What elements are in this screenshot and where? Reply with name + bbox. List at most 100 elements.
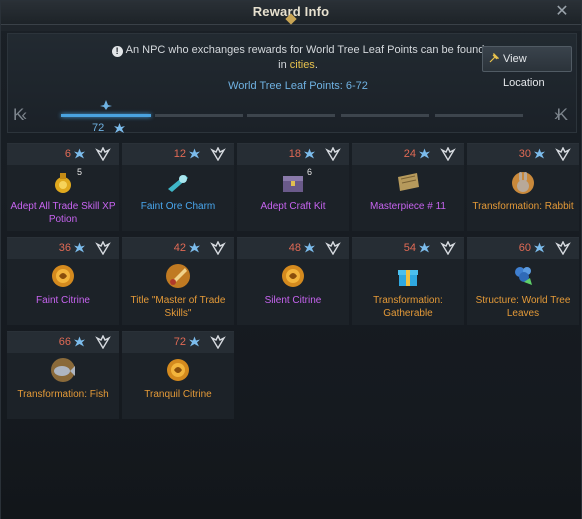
gift-icon[interactable] (395, 263, 421, 289)
view-location-button[interactable]: View Location (482, 46, 572, 89)
required-points: 54 (403, 242, 416, 254)
nav-first-button[interactable]: K‹ (13, 105, 47, 125)
reward-slot[interactable]: 54 Transformation: Gatherable (352, 237, 464, 325)
fish-icon[interactable] (50, 357, 76, 383)
info-icon: ! (111, 46, 123, 57)
grade-icon[interactable] (95, 147, 111, 161)
reward-name: Masterpiece # 11 (370, 201, 446, 212)
reward-slot[interactable]: 60 Structure: World Tree Leaves (467, 237, 579, 325)
leaf-icon (189, 336, 200, 347)
progress-marker-icon (100, 100, 112, 110)
required-points: 66 (58, 336, 71, 348)
reward-slot-header: 60 (467, 238, 579, 259)
progress-segment-5 (435, 114, 523, 117)
reward-name: Structure: World Tree Leaves (475, 295, 571, 319)
reward-slot[interactable]: 36 Faint Citrine (7, 237, 119, 325)
reward-slot-header: 12 (122, 144, 234, 165)
required-points: 30 (518, 148, 531, 160)
reward-info-window: Reward Info ✕ ! An NPC who exchanges rewa… (0, 0, 582, 519)
required-points: 24 (403, 148, 416, 160)
leaf-icon (189, 242, 200, 253)
reward-slot-header: 54 (352, 238, 464, 259)
close-button[interactable]: ✕ (553, 3, 571, 21)
progress-track: K‹ ›K 72 (7, 100, 577, 135)
pin-icon (489, 53, 499, 63)
reward-slot[interactable]: 42 Title "Master of Trade Skills" (122, 237, 234, 325)
leaf-icon (189, 148, 200, 159)
required-points: 48 (288, 242, 301, 254)
leaf-icon (114, 123, 125, 133)
leaf-icon (534, 242, 545, 253)
citrine-icon[interactable] (50, 263, 76, 289)
reward-name: Adept All Trade Skill XP Potion (10, 201, 116, 225)
reward-slot[interactable]: 30 Transformation: Rabbit (467, 143, 579, 231)
reward-slot[interactable]: 48 Silent Citrine (237, 237, 349, 325)
chest-icon[interactable] (280, 169, 306, 195)
leaf-icon (304, 242, 315, 253)
reward-name: Transformation: Gatherable (373, 295, 443, 319)
rabbit-icon[interactable] (510, 169, 536, 195)
grade-icon[interactable] (95, 241, 111, 255)
grade-icon[interactable] (210, 241, 226, 255)
view-location-label: View Location (503, 53, 545, 89)
reward-slot[interactable]: 72 Tranquil Citrine (122, 331, 234, 419)
leaf-points-range: World Tree Leaf Points: 6-72 (228, 80, 368, 92)
reward-slot[interactable]: 24 Masterpiece # 11 (352, 143, 464, 231)
grade-icon[interactable] (555, 147, 571, 161)
grade-icon[interactable] (440, 147, 456, 161)
potion-icon[interactable] (50, 169, 76, 195)
required-points: 18 (288, 148, 301, 160)
scroll-icon[interactable] (395, 169, 421, 195)
reward-slot-header: 48 (237, 238, 349, 259)
leaf-icon (74, 148, 85, 159)
leaf-icon (419, 148, 430, 159)
reward-name: Title "Master of Trade Skills" (130, 295, 226, 319)
reward-name: Faint Ore Charm (140, 201, 216, 212)
required-points: 60 (518, 242, 531, 254)
stack-count: 6 (307, 167, 313, 177)
progress-segment-3 (247, 114, 335, 117)
grade-icon[interactable] (555, 241, 571, 255)
stack-count: 5 (77, 167, 83, 177)
cities-link[interactable]: cities (290, 59, 315, 71)
citrine-icon[interactable] (165, 357, 191, 383)
notice-end: . (314, 59, 318, 71)
progress-segment-1 (61, 114, 151, 117)
reward-slot-header: 36 (7, 238, 119, 259)
leaf-icon (534, 148, 545, 159)
grade-icon[interactable] (440, 241, 456, 255)
reward-slot[interactable]: 18 6 Adept Craft Kit (237, 143, 349, 231)
reward-slot-header: 18 (237, 144, 349, 165)
charm-icon[interactable] (165, 169, 191, 195)
reward-name: Transformation: Rabbit (472, 201, 574, 212)
grade-icon[interactable] (210, 147, 226, 161)
required-points: 6 (64, 148, 71, 160)
title-scroll-icon[interactable] (165, 263, 191, 289)
title-bar: Reward Info ✕ (1, 1, 581, 25)
progress-segment-4 (341, 114, 429, 117)
citrine-icon[interactable] (280, 263, 306, 289)
leaf-icon (419, 242, 430, 253)
reward-slot[interactable]: 12 Faint Ore Charm (122, 143, 234, 231)
reward-slot-header: 72 (122, 332, 234, 353)
progress-segment-2 (155, 114, 243, 117)
grade-icon[interactable] (325, 241, 341, 255)
header-divider (1, 25, 581, 31)
leaf-icon (304, 148, 315, 159)
reward-slot[interactable]: 66 Transformation: Fish (7, 331, 119, 419)
grade-icon[interactable] (210, 335, 226, 349)
grade-icon[interactable] (325, 147, 341, 161)
nav-last-button[interactable]: ›K (531, 105, 568, 125)
reward-name: Tranquil Citrine (144, 389, 212, 400)
reward-slot-header: 24 (352, 144, 464, 165)
required-points: 12 (173, 148, 186, 160)
reward-slot[interactable]: 6 5 Adept All Trade Skill XP Potion (7, 143, 119, 231)
reward-name: Transformation: Fish (17, 389, 109, 400)
grade-icon[interactable] (95, 335, 111, 349)
reward-slot-header: 30 (467, 144, 579, 165)
reward-slot-header: 42 (122, 238, 234, 259)
background-fade (1, 431, 581, 519)
tree-icon[interactable] (510, 263, 536, 289)
reward-slot-header: 6 (7, 144, 119, 165)
reward-name: Faint Citrine (36, 295, 90, 306)
